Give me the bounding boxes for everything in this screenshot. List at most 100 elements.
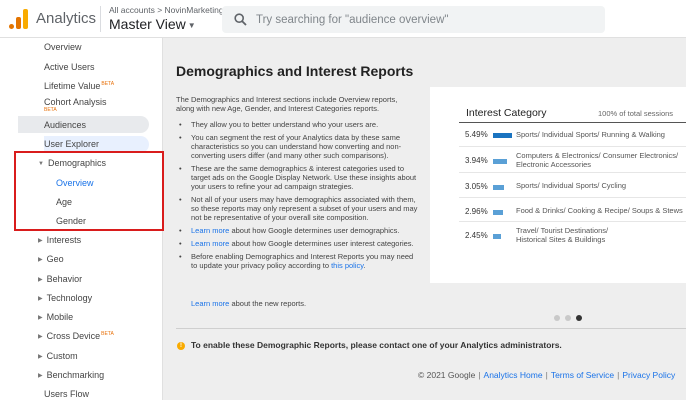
bullet-text: . <box>363 261 366 270</box>
sidebar-item-behavior[interactable]: ▶ Behavior <box>38 274 82 284</box>
pager-dot-active[interactable] <box>576 315 582 321</box>
sidebar-item-geo[interactable]: ▶ Geo <box>38 254 64 264</box>
sidebar-item-label: Interests <box>46 235 82 245</box>
sidebar-item-label: Technology <box>46 293 93 303</box>
sidebar-item-label: Benchmarking <box>46 370 105 380</box>
row-bar <box>493 159 507 164</box>
sidebar-item-label: Behavior <box>46 274 83 284</box>
category-line: Computers & Electronics/ Consumer Electr… <box>516 151 679 160</box>
bullet-text: Not all of your users may have demograph… <box>191 195 418 222</box>
category-line: Travel/ Tourist Destinations/ <box>516 226 609 235</box>
beta-badge: BETA <box>101 81 115 87</box>
sidebar-item-interests[interactable]: ▶ Interests <box>38 235 81 245</box>
analytics-home-link[interactable]: Analytics Home <box>484 370 543 380</box>
warning-icon: ! <box>177 341 185 350</box>
category-line: Food & Drinks/ Cooking & Recipe/ Soups &… <box>516 206 683 215</box>
beta-badge: BETA <box>101 331 114 337</box>
table-row[interactable]: 5.49% Sports/ Individual Sports/ Running… <box>459 123 686 147</box>
category-line: Sports/ Individual Sports/ Cycling <box>516 181 627 190</box>
row-percent: 2.45% <box>465 231 488 240</box>
view-selector[interactable]: Master View ▼ <box>109 16 196 32</box>
search-icon <box>234 13 247 26</box>
sidebar-item-cohort-analysis[interactable]: Cohort Analysis <box>44 97 107 107</box>
footer: © 2021 Google | Analytics Home | Terms of Se… <box>418 370 675 380</box>
section-divider <box>176 328 686 329</box>
header-divider <box>100 6 101 32</box>
bullet-text: You can segment the rest of your Analyti… <box>191 133 402 160</box>
sidebar-item-label: Mobile <box>46 312 74 322</box>
view-name: Master View <box>109 16 186 32</box>
sidebar-item-technology[interactable]: ▶ Technology <box>38 293 92 303</box>
analytics-logo-icon[interactable] <box>9 9 29 29</box>
sidebar-item-users-flow[interactable]: Users Flow <box>44 389 89 399</box>
privacy-policy-link[interactable]: this policy <box>331 261 363 270</box>
footer-separator: | <box>478 370 481 380</box>
row-bar <box>493 210 503 215</box>
row-bar <box>493 185 504 190</box>
intro-text: The Demographics and Interest sections i… <box>176 95 398 113</box>
search-box[interactable] <box>222 6 605 33</box>
breadcrumb[interactable]: All accounts > NovinMarketing <box>109 5 224 15</box>
row-percent: 5.49% <box>465 130 488 139</box>
caret-right-icon: ▶ <box>38 277 43 284</box>
pager-dot[interactable] <box>554 315 560 321</box>
sidebar-item-label: Geo <box>46 254 64 264</box>
terms-of-service-link[interactable]: Terms of Service <box>551 370 614 380</box>
row-category: Travel/ Tourist Destinations/Historical … <box>516 226 608 244</box>
card-subtitle: 100% of total sessions <box>598 109 674 118</box>
sidebar-item-audiences[interactable]: Audiences <box>44 120 86 130</box>
row-category: Computers & Electronics/ Consumer Electr… <box>516 151 678 169</box>
bullet-text: They allow you to better understand who … <box>191 120 379 129</box>
admin-notice: ! To enable these Demographic Reports, pl… <box>177 340 562 350</box>
search-input[interactable] <box>256 6 596 33</box>
category-line: Sports/ Individual Sports/ Running & Wal… <box>516 130 665 139</box>
list-item: Learn more about how Google determines u… <box>176 239 421 248</box>
app-name[interactable]: Analytics <box>36 10 96 27</box>
sidebar-item-lifetime-value[interactable]: Lifetime ValueBETA <box>44 81 114 91</box>
caret-right-icon: ▶ <box>38 257 43 264</box>
notice-text: To enable these Demographic Reports, ple… <box>191 340 562 350</box>
copyright-text: © 2021 Google <box>418 370 476 380</box>
table-row[interactable]: 3.94% Computers & Electronics/ Consumer … <box>459 147 686 173</box>
learn-more-reports: Learn more about the new reports. <box>191 299 306 308</box>
sidebar-item-overview[interactable]: Overview <box>44 42 82 52</box>
more-text: about the new reports. <box>229 299 307 308</box>
caret-right-icon: ▶ <box>38 373 43 380</box>
sidebar-item-cross-device[interactable]: ▶ Cross DeviceBETA <box>38 331 114 341</box>
table-row[interactable]: 3.05% Sports/ Individual Sports/ Cycling <box>459 173 686 198</box>
category-line: Electronic Accessories <box>516 160 592 169</box>
sidebar-item-label: Custom <box>46 351 78 361</box>
main-content: Demographics and Interest Reports The De… <box>163 38 686 400</box>
list-item: You can segment the rest of your Analyti… <box>176 133 421 160</box>
sidebar-item-mobile[interactable]: ▶ Mobile <box>38 312 73 322</box>
bullet-text: These are the same demographics & intere… <box>191 164 417 191</box>
privacy-policy-footer-link[interactable]: Privacy Policy <box>622 370 675 380</box>
row-percent: 3.94% <box>465 156 488 165</box>
learn-more-interests-link[interactable]: Learn more <box>191 239 229 248</box>
caret-right-icon: ▶ <box>38 238 43 245</box>
sidebar-item-custom[interactable]: ▶ Custom <box>38 351 78 361</box>
learn-more-demographics-link[interactable]: Learn more <box>191 226 229 235</box>
category-line: Historical Sites & Buildings <box>516 235 606 244</box>
list-item: Learn more about how Google determines u… <box>176 226 421 235</box>
pager-dot[interactable] <box>565 315 571 321</box>
bullet-text: about how Google determines user interes… <box>229 239 414 248</box>
info-bullet-list: They allow you to better understand who … <box>176 120 421 270</box>
caret-right-icon: ▶ <box>38 315 43 322</box>
sidebar-item-label: Lifetime Value <box>44 81 101 91</box>
list-item: Before enabling Demographics and Interes… <box>176 252 421 270</box>
sidebar-item-active-users[interactable]: Active Users <box>44 62 95 72</box>
row-percent: 3.05% <box>465 182 488 191</box>
row-bar <box>493 234 501 239</box>
learn-more-reports-link[interactable]: Learn more <box>191 299 229 308</box>
sidebar-item-user-explorer[interactable]: User Explorer <box>44 139 99 149</box>
table-row[interactable]: 2.45% Travel/ Tourist Destinations/Histo… <box>459 222 686 248</box>
row-bar <box>493 133 512 138</box>
carousel-pager <box>554 308 587 326</box>
list-item: Not all of your users may have demograph… <box>176 195 421 222</box>
sidebar-item-benchmarking[interactable]: ▶ Benchmarking <box>38 370 104 380</box>
table-row[interactable]: 2.96% Food & Drinks/ Cooking & Recipe/ S… <box>459 198 686 222</box>
row-category: Sports/ Individual Sports/ Cycling <box>516 181 626 190</box>
bullet-text: about how Google determines user demogra… <box>229 226 400 235</box>
list-item: These are the same demographics & intere… <box>176 164 421 191</box>
